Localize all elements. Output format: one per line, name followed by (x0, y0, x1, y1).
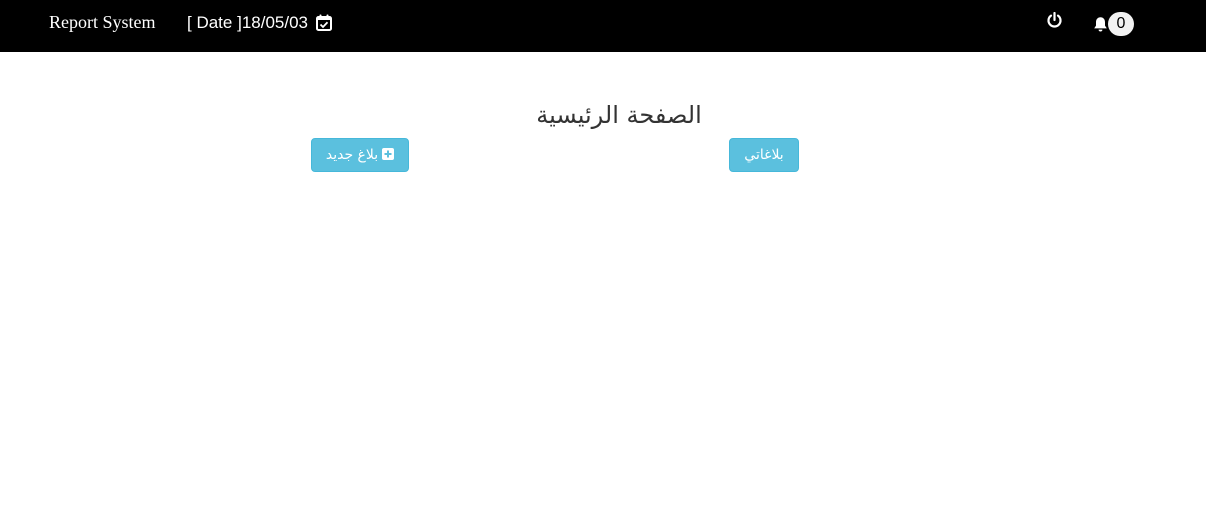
new-report-label: بلاغ جديد (325, 147, 379, 163)
page-title: الصفحة الرئيسية (536, 101, 702, 129)
plus-square-icon (382, 148, 395, 160)
date-value: 18/05/03 (241, 12, 308, 32)
date-label: [ Date ] (187, 12, 242, 32)
calendar-check-icon (315, 14, 332, 32)
date-display: [ Date ]18/05/03 (187, 12, 332, 33)
power-icon[interactable] (1046, 12, 1063, 29)
bell-icon (1094, 17, 1107, 32)
my-reports-label: بلاغاتي (744, 147, 784, 163)
notification-count-badge: 0 (1108, 12, 1134, 36)
brand-link[interactable]: Report System (49, 12, 156, 32)
new-report-button[interactable]: بلاغ جديد (311, 138, 409, 172)
my-reports-button[interactable]: بلاغاتي (729, 138, 799, 172)
top-navbar: Report System [ Date ]18/05/03 0 (0, 0, 1206, 52)
